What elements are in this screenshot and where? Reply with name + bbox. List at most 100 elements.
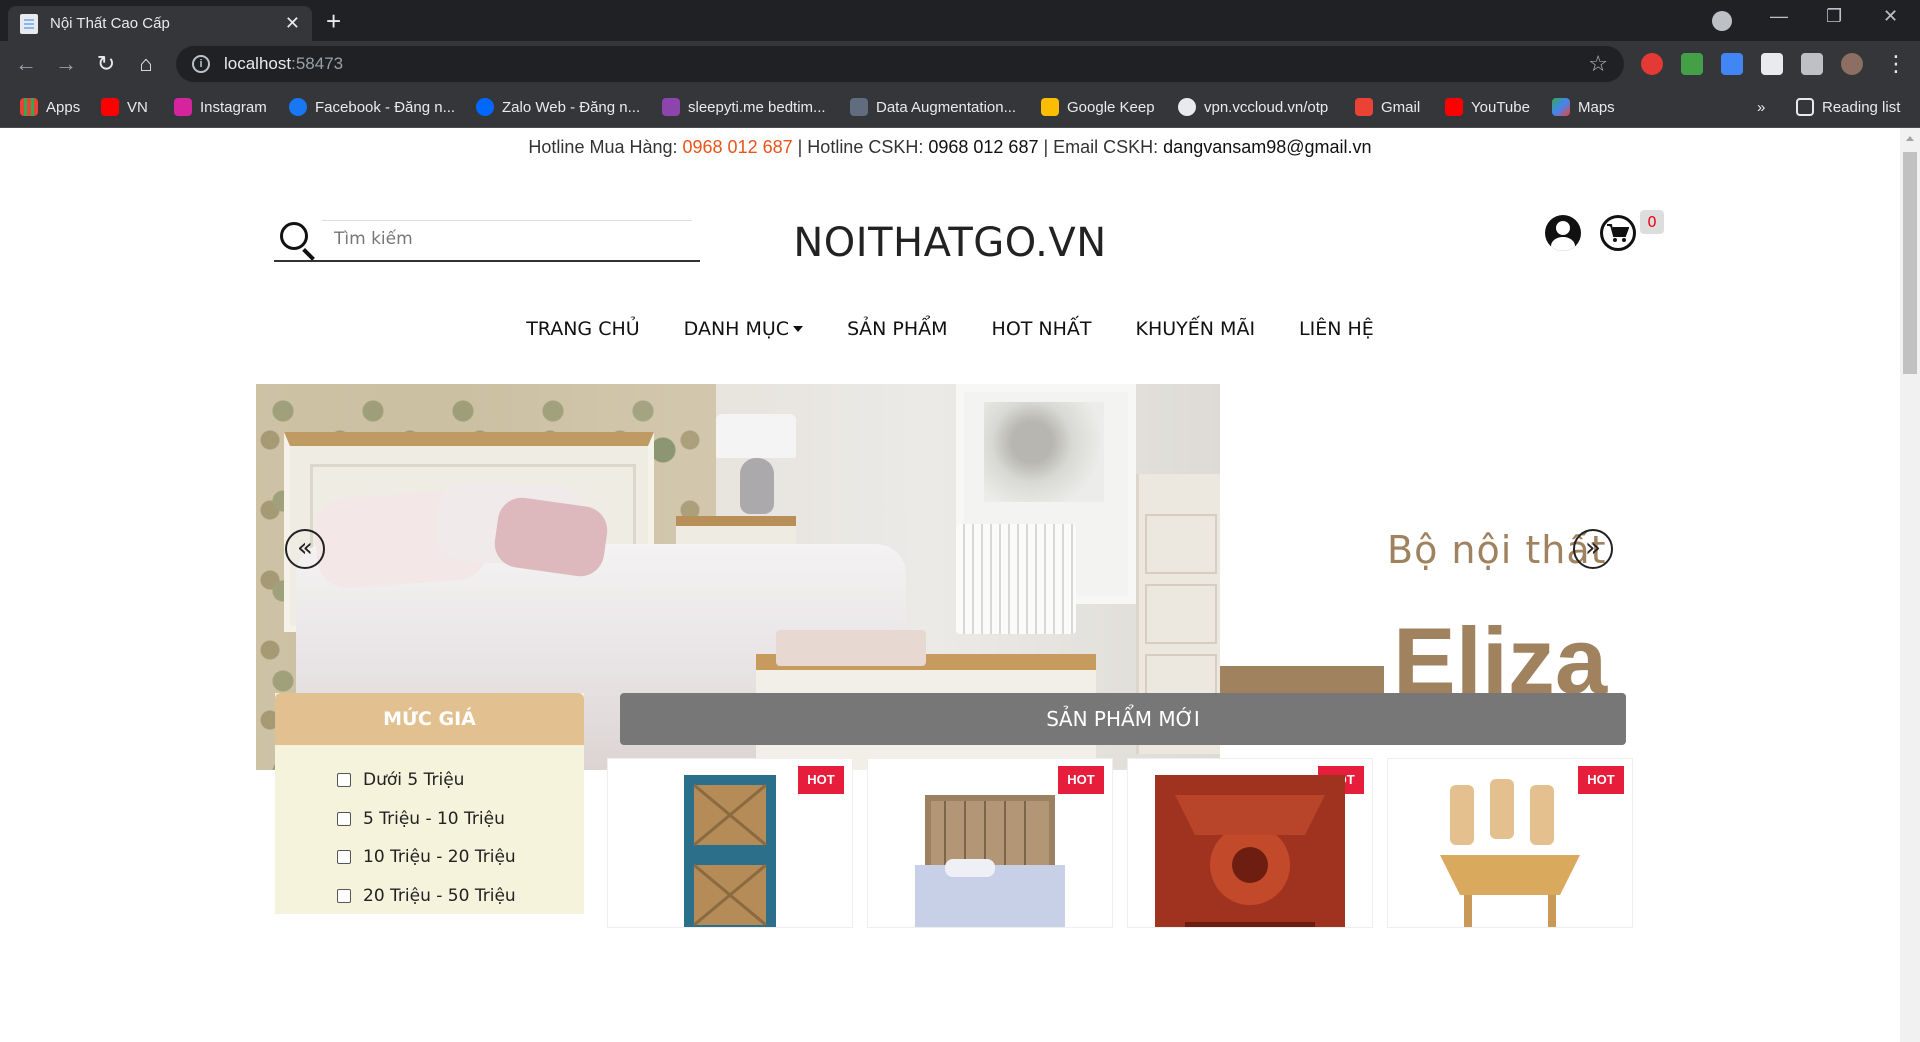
- reading-list-label: Reading list: [1822, 98, 1901, 116]
- bookmark-youtube[interactable]: YouTube: [1445, 95, 1530, 119]
- page-scrollbar[interactable]: [1900, 128, 1920, 1042]
- product-image: [915, 795, 1065, 927]
- product-image: [684, 775, 776, 927]
- bookmark-zalo[interactable]: Zalo Web - Đăng n...: [476, 95, 640, 119]
- bookmark-facebook[interactable]: Facebook - Đăng n...: [289, 95, 455, 119]
- reading-list-button[interactable]: Reading list: [1796, 95, 1900, 119]
- url-port: :58473: [291, 54, 344, 73]
- radiator-illustration: [956, 524, 1076, 634]
- bookmark-vn[interactable]: VN: [101, 95, 148, 119]
- close-window-button[interactable]: ✕: [1883, 6, 1898, 27]
- bookmark-label: YouTube: [1471, 98, 1530, 116]
- forward-icon[interactable]: →: [52, 50, 80, 78]
- chevrons-right-icon: »: [1585, 533, 1601, 563]
- bookmark-label: vpn.vccloud.vn/otp: [1204, 98, 1329, 116]
- price-option-label: 5 Triệu - 10 Triệu: [363, 808, 505, 829]
- restore-button[interactable]: ❐: [1826, 6, 1842, 27]
- translate-extension-icon[interactable]: [1721, 53, 1743, 75]
- shopping-cart-icon[interactable]: [1600, 215, 1636, 251]
- bookmark-star-icon[interactable]: ☆: [1588, 51, 1608, 77]
- bookmark-apps[interactable]: Apps: [20, 95, 80, 119]
- nav-products[interactable]: SẢN PHẨM: [847, 318, 947, 340]
- bookmark-gmail[interactable]: Gmail: [1355, 95, 1420, 119]
- slider-prev-button[interactable]: «: [285, 529, 325, 569]
- new-tab-button[interactable]: +: [326, 6, 341, 36]
- bookmark-maps[interactable]: Maps: [1552, 95, 1615, 119]
- slider-next-button[interactable]: »: [1573, 529, 1613, 569]
- product-image: [1440, 779, 1580, 927]
- close-tab-icon[interactable]: ✕: [285, 13, 300, 34]
- checkbox[interactable]: [337, 773, 351, 788]
- instagram-icon: [174, 98, 192, 116]
- support-email[interactable]: dangvansam98@gmail.vn: [1163, 137, 1371, 157]
- price-option-label: Dưới 5 Triệu: [363, 770, 465, 791]
- price-option[interactable]: 20 Triệu - 50 Triệu: [337, 877, 584, 916]
- bookmark-label: Gmail: [1381, 98, 1421, 116]
- product-image: [1155, 775, 1345, 927]
- bookmark-label: Maps: [1578, 98, 1615, 116]
- bookmark-label: Zalo Web - Đăng n...: [502, 98, 641, 116]
- price-option[interactable]: 5 Triệu - 10 Triệu: [337, 800, 584, 839]
- checkbox[interactable]: [337, 888, 351, 903]
- bookmark-data-augmentation[interactable]: Data Augmentation...: [850, 95, 1016, 119]
- tab-title: Nội Thất Cao Cấp: [50, 15, 170, 32]
- profile-avatar[interactable]: [1841, 53, 1863, 75]
- scrollbar-thumb[interactable]: [1903, 152, 1917, 374]
- youtube-icon: [1445, 98, 1463, 116]
- scroll-up-icon[interactable]: [1906, 136, 1914, 141]
- minimize-button[interactable]: —: [1770, 6, 1788, 27]
- globe-icon: [1178, 98, 1196, 116]
- nav-hottest[interactable]: HOT NHẤT: [992, 318, 1092, 340]
- browser-tab[interactable]: Nội Thất Cao Cấp ✕: [8, 6, 312, 41]
- address-bar[interactable]: i localhost:58473 ☆: [176, 46, 1624, 82]
- browser-tab-strip: Nội Thất Cao Cấp ✕ + — ❐ ✕: [0, 0, 1920, 41]
- maps-icon: [1552, 98, 1570, 116]
- reload-icon[interactable]: ↻: [92, 50, 120, 78]
- download-extension-icon[interactable]: [1681, 53, 1703, 75]
- cart-count-badge: 0: [1640, 210, 1664, 234]
- qr-code-extension-icon[interactable]: [1761, 53, 1783, 75]
- bookmark-sleepytime[interactable]: sleepyti.me bedtim...: [662, 95, 826, 119]
- user-account-icon[interactable]: [1545, 215, 1581, 251]
- apps-grid-icon: [20, 98, 38, 116]
- back-icon[interactable]: ←: [12, 50, 40, 78]
- url-host: localhost: [224, 54, 292, 73]
- bookmark-label: Google Keep: [1067, 98, 1155, 116]
- nav-promotions[interactable]: KHUYẾN MÃI: [1136, 318, 1256, 340]
- bookmark-label: sleepyti.me bedtim...: [688, 98, 826, 116]
- bookmarks-bar: Apps VN Instagram Facebook - Đăng n... Z…: [0, 87, 1920, 128]
- menu-kebab-icon[interactable]: ⋮: [1882, 50, 1910, 78]
- bookmark-vpn[interactable]: vpn.vccloud.vn/otp: [1178, 95, 1328, 119]
- product-card[interactable]: HOT: [867, 758, 1113, 928]
- checkbox[interactable]: [337, 850, 351, 865]
- hotline-bar: Hotline Mua Hàng: 0968 012 687 | Hotline…: [0, 137, 1900, 158]
- nav-categories[interactable]: DANH MỤC: [684, 318, 804, 340]
- product-card[interactable]: HOT: [607, 758, 853, 928]
- nav-contact[interactable]: LIÊN HỆ: [1299, 318, 1374, 340]
- checkbox[interactable]: [337, 811, 351, 826]
- bookmark-google-keep[interactable]: Google Keep: [1041, 95, 1155, 119]
- bookmark-instagram[interactable]: Instagram: [174, 95, 267, 119]
- nav-home[interactable]: TRANG CHỦ: [526, 318, 639, 340]
- home-icon[interactable]: ⌂: [132, 50, 160, 78]
- hotline-buy-label: Hotline Mua Hàng:: [528, 137, 683, 157]
- email-label: | Email CSKH:: [1038, 137, 1164, 157]
- hotline-buy-number[interactable]: 0968 012 687: [683, 137, 793, 157]
- chevrons-left-icon: «: [297, 533, 313, 563]
- more-bookmarks-button[interactable]: »: [1757, 95, 1765, 119]
- adblock-extension-icon[interactable]: [1641, 53, 1663, 75]
- hotline-care-number[interactable]: 0968 012 687: [928, 137, 1038, 157]
- site-info-icon[interactable]: i: [192, 55, 210, 73]
- bookmark-label: Data Augmentation...: [876, 98, 1017, 116]
- product-card[interactable]: HOT: [1127, 758, 1373, 928]
- bookmark-label: Apps: [46, 98, 81, 116]
- tab-search-icon[interactable]: [1712, 11, 1732, 31]
- extensions-puzzle-icon[interactable]: [1801, 53, 1823, 75]
- price-option[interactable]: Dưới 5 Triệu: [337, 761, 584, 800]
- bookmark-label: Facebook - Đăng n...: [315, 98, 456, 116]
- caret-down-icon: [793, 326, 804, 332]
- price-option[interactable]: 10 Triệu - 20 Triệu: [337, 838, 584, 877]
- product-card[interactable]: HOT: [1387, 758, 1633, 928]
- facebook-icon: [289, 98, 307, 116]
- more-bookmarks-label: »: [1757, 98, 1766, 116]
